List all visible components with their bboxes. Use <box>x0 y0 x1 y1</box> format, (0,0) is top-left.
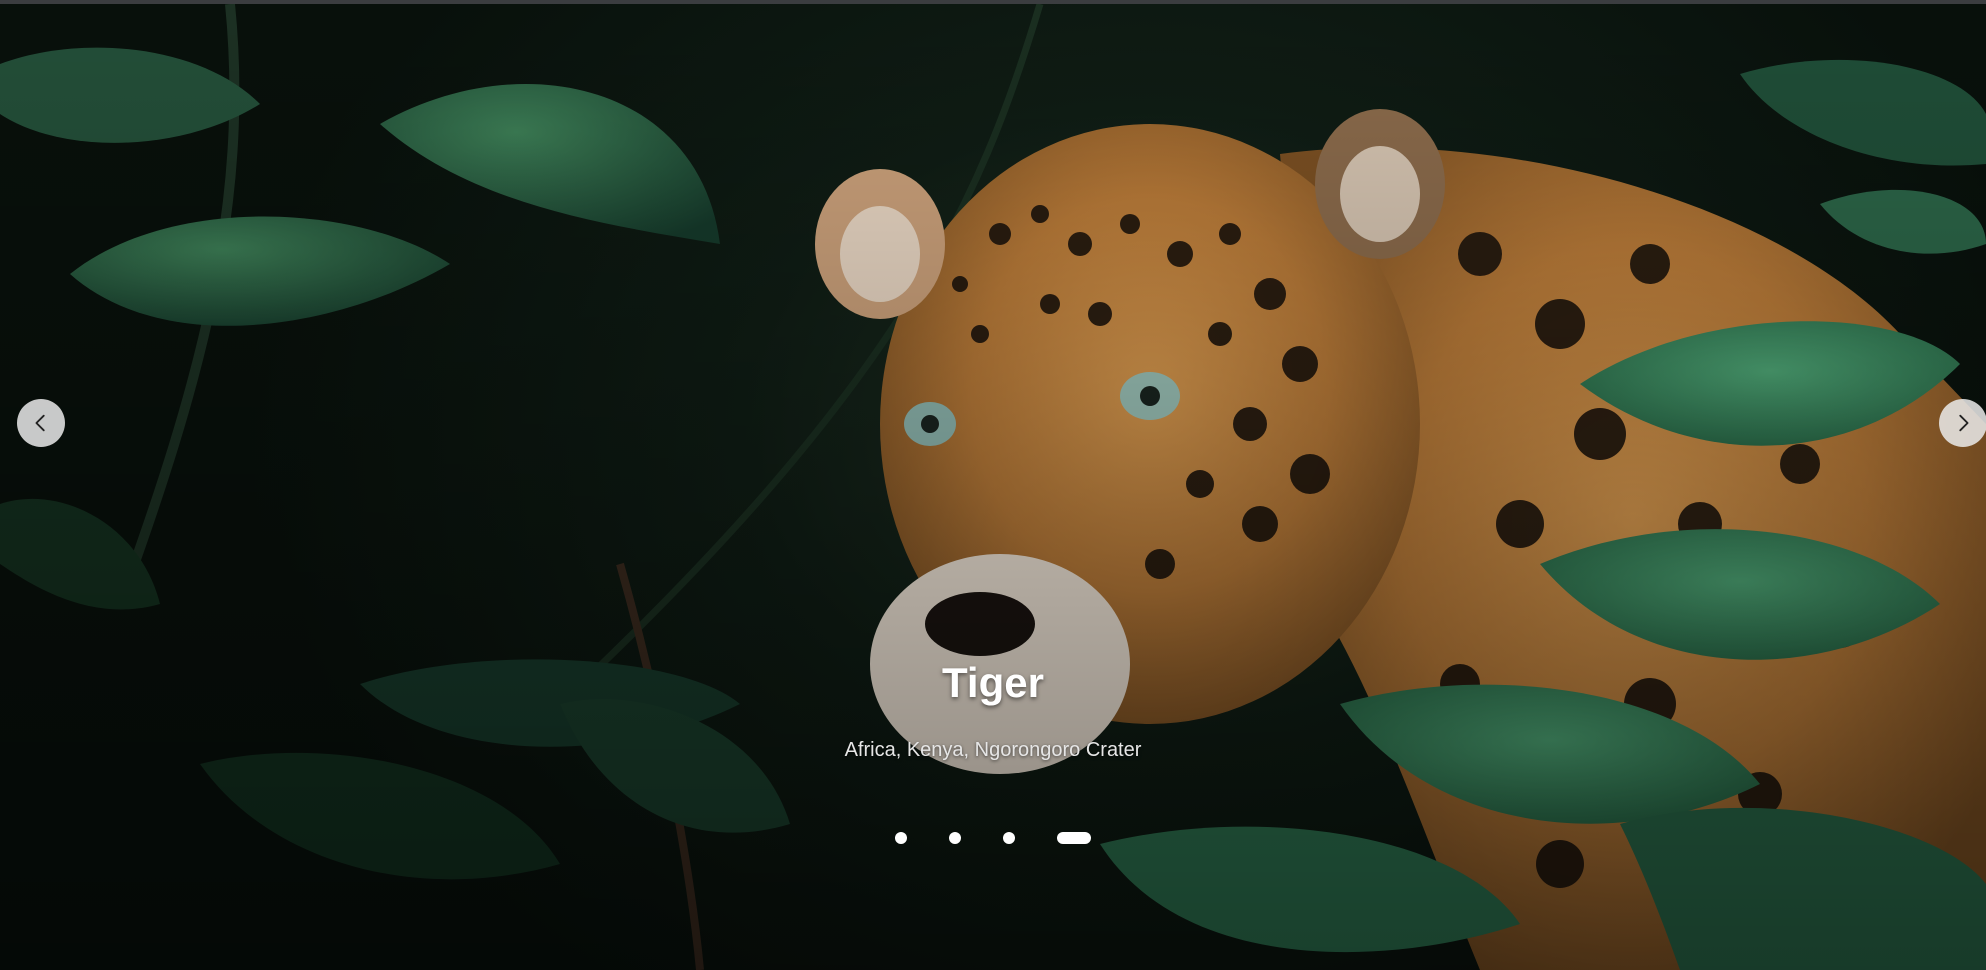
slide-image <box>0 4 1986 970</box>
slide-subtitle: Africa, Kenya, Ngorongoro Crater <box>844 739 1142 761</box>
next-slide-button[interactable] <box>1939 399 1986 447</box>
window-top-edge <box>0 0 1986 4</box>
chevron-left-icon <box>35 414 45 432</box>
slide-indicators <box>0 831 1986 845</box>
slide-indicator-2[interactable] <box>949 832 961 844</box>
slide-title: Tiger <box>942 659 1044 706</box>
slide-indicator-4[interactable] <box>1057 832 1091 844</box>
carousel-slide: Tiger Africa, Kenya, Ngorongoro Crater <box>0 4 1986 970</box>
slide-indicator-3[interactable] <box>1003 832 1015 844</box>
chevron-right-icon <box>1959 414 1969 432</box>
prev-slide-button[interactable] <box>17 399 65 447</box>
carousel-viewport: Tiger Africa, Kenya, Ngorongoro Crater <box>0 0 1986 970</box>
slide-indicator-1[interactable] <box>895 832 907 844</box>
